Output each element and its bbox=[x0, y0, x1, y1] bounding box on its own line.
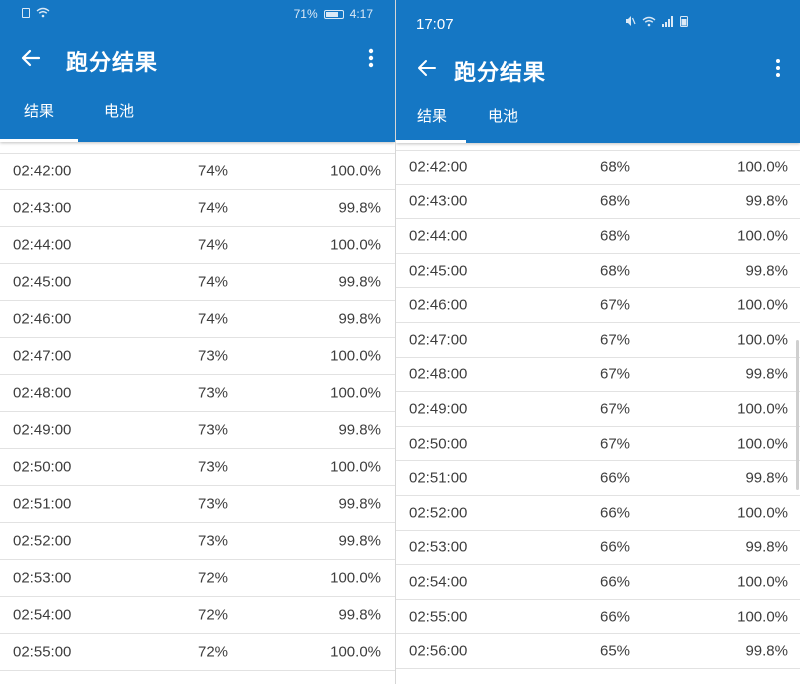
battery-icon bbox=[323, 9, 344, 19]
list-item: 02:55:00 72% 100.0% bbox=[0, 634, 395, 671]
wifi-icon bbox=[36, 7, 50, 18]
list-item: 02:53:00 66% 99.8% bbox=[396, 531, 800, 566]
list-item: 02:43:00 74% 99.8% bbox=[0, 190, 395, 227]
tab-battery[interactable]: 电池 bbox=[104, 100, 134, 136]
page-title: 跑分结果 bbox=[66, 50, 159, 75]
list-item: 02:42:00 74% 100.0% bbox=[0, 153, 395, 190]
mute-icon bbox=[626, 16, 636, 26]
list-item: 02:46:00 74% 99.8% bbox=[0, 301, 395, 338]
sim-icon bbox=[22, 7, 30, 18]
page-title: 跑分结果 bbox=[454, 60, 547, 85]
toolbar: 跑分结果 bbox=[396, 50, 800, 90]
tab-battery-label: 电池 bbox=[488, 108, 519, 125]
tab-results[interactable]: 结果 bbox=[24, 100, 54, 136]
wifi-icon bbox=[642, 16, 656, 26]
tab-results-label: 结果 bbox=[417, 108, 448, 125]
arrow-left-icon[interactable] bbox=[414, 55, 440, 81]
list-item: 02:44:00 74% 100.0% bbox=[0, 227, 395, 264]
list-item: 02:55:00 66% 100.0% bbox=[396, 600, 800, 635]
list-item: 02:43:00 68% 99.8% bbox=[396, 185, 800, 220]
list-item: 02:52:00 66% 100.0% bbox=[396, 496, 800, 531]
left-phone-screen: 71% 4:17 跑分结果 结果 电池 02:42:00 74% 100.0% … bbox=[0, 0, 395, 684]
signal-icon bbox=[662, 15, 673, 27]
list-item: 02:45:00 68% 99.8% bbox=[396, 254, 800, 289]
list-item: 02:50:00 73% 100.0% bbox=[0, 449, 395, 486]
tab-results-label: 结果 bbox=[24, 103, 55, 120]
tab-bar: 结果 电池 bbox=[0, 100, 395, 142]
list-item: 02:44:00 68% 100.0% bbox=[396, 219, 800, 254]
tab-battery[interactable]: 电池 bbox=[488, 105, 518, 141]
results-list[interactable]: 02:42:00 74% 100.0% 02:43:00 74% 99.8% 02:44… bbox=[0, 153, 395, 671]
more-vert-icon[interactable] bbox=[361, 46, 381, 70]
right-phone-screen: 17:07 跑分结果 结果 电池 02:42:00 68% 100.0% 02:… bbox=[395, 0, 800, 684]
app-bar: 17:07 跑分结果 结果 电池 bbox=[396, 0, 800, 143]
list-item: 02:51:00 66% 99.8% bbox=[396, 461, 800, 496]
list-item: 02:49:00 67% 100.0% bbox=[396, 392, 800, 427]
list-item: 02:45:00 74% 99.8% bbox=[0, 264, 395, 301]
app-bar: 71% 4:17 跑分结果 结果 电池 bbox=[0, 0, 395, 142]
list-item: 02:53:00 72% 100.0% bbox=[0, 560, 395, 597]
list-item: 02:48:00 67% 99.8% bbox=[396, 358, 800, 393]
list-item: 02:52:00 73% 99.8% bbox=[0, 523, 395, 560]
list-item: 02:54:00 66% 100.0% bbox=[396, 565, 800, 600]
more-vert-icon[interactable] bbox=[768, 56, 788, 80]
tab-results[interactable]: 结果 bbox=[417, 105, 447, 141]
list-item: 02:47:00 67% 100.0% bbox=[396, 323, 800, 358]
list-item: 02:49:00 73% 99.8% bbox=[0, 412, 395, 449]
list-item: 02:46:00 67% 100.0% bbox=[396, 288, 800, 323]
clock: 17:07 bbox=[416, 16, 454, 33]
tab-indicator bbox=[0, 139, 78, 142]
list-item: 02:54:00 72% 99.8% bbox=[0, 597, 395, 634]
status-bar: 17:07 bbox=[396, 0, 800, 33]
list-item: 02:47:00 73% 100.0% bbox=[0, 338, 395, 375]
toolbar: 跑分结果 bbox=[0, 40, 395, 80]
tab-bar: 结果 电池 bbox=[396, 105, 800, 143]
list-item: 02:56:00 65% 99.8% bbox=[396, 634, 800, 669]
list-item: 02:48:00 73% 100.0% bbox=[0, 375, 395, 412]
list-item: 02:50:00 67% 100.0% bbox=[396, 427, 800, 462]
battery-icon bbox=[680, 16, 688, 27]
clock: 4:17 bbox=[349, 7, 373, 21]
results-list[interactable]: 02:42:00 68% 100.0% 02:43:00 68% 99.8% 02:44… bbox=[396, 150, 800, 669]
status-bar: 71% 4:17 bbox=[0, 0, 395, 28]
battery-percent: 71% bbox=[293, 7, 318, 21]
list-item: 02:42:00 68% 100.0% bbox=[396, 150, 800, 185]
tab-battery-label: 电池 bbox=[104, 103, 135, 120]
arrow-left-icon[interactable] bbox=[18, 45, 44, 71]
tab-indicator bbox=[396, 140, 466, 143]
scrollbar[interactable] bbox=[796, 340, 799, 490]
list-item: 02:51:00 73% 99.8% bbox=[0, 486, 395, 523]
